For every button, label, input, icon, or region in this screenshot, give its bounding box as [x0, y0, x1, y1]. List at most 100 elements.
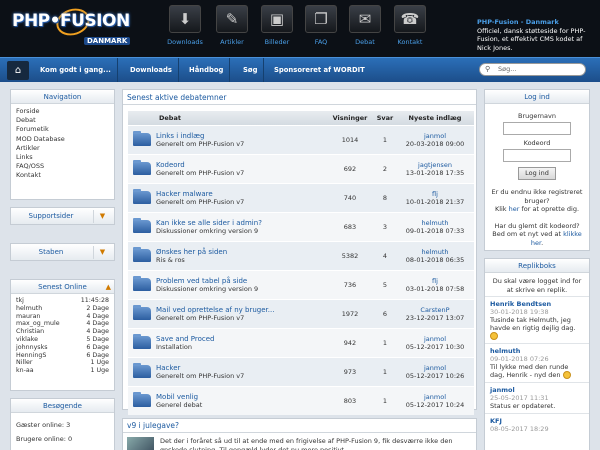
nav-link-artikler[interactable]: Artikler — [16, 144, 109, 153]
search-input[interactable]: ⚲ Søg... — [479, 63, 586, 76]
online-user[interactable]: Christian — [16, 328, 44, 336]
last-post-user[interactable]: flj — [396, 277, 474, 285]
nav-sog[interactable]: Søg — [237, 58, 265, 82]
forum-row[interactable]: Ønskes her på siden Ris & ros 5382 4 helmuth… — [128, 242, 474, 270]
password-field[interactable] — [503, 149, 571, 162]
nav-kom-godt-i-gang[interactable]: Kom godt i gang... — [34, 58, 118, 82]
last-post-user[interactable]: janmol — [396, 364, 474, 372]
last-post-user[interactable]: jagtjensen — [396, 161, 474, 169]
shout-author[interactable]: helmuth — [490, 347, 584, 355]
last-post-user[interactable]: helmuth — [396, 248, 474, 256]
forum-name[interactable]: Ris & ros — [156, 256, 326, 264]
forum-row[interactable]: Save and Proced Installation 942 1 janmol 05-… — [128, 329, 474, 357]
supportsider-panel[interactable]: Supportsider ▼ — [10, 207, 115, 225]
nav-link-kontakt[interactable]: Kontakt — [16, 171, 109, 180]
nav-link-forumetik[interactable]: Forumetik — [16, 125, 109, 134]
top-link-kontakt[interactable]: ☎ Kontakt — [385, 5, 435, 46]
chevron-down-icon[interactable]: ▼ — [93, 246, 111, 259]
forum-name[interactable]: Generelt om PHP-Fusion v7 — [156, 314, 326, 322]
top-link-label: Artikler — [220, 38, 244, 46]
forum-name[interactable]: Diskussioner omkring version 9 — [156, 227, 326, 235]
topic-link[interactable]: Save and Proced — [156, 335, 326, 343]
online-user[interactable]: tkj — [16, 297, 24, 305]
staben-panel[interactable]: Staben ▼ — [10, 243, 115, 261]
topic-link[interactable]: Problem ved tabel på side — [156, 277, 326, 285]
forum-row[interactable]: Problem ved tabel på side Diskussioner om… — [128, 271, 474, 299]
online-user[interactable]: helmuth — [16, 305, 42, 313]
online-user[interactable]: kn-aa — [16, 367, 34, 375]
topic-link[interactable]: Mail ved oprettelse af ny bruger... — [156, 306, 326, 314]
last-post-cell: helmuth 09-01-2018 07:33 — [396, 213, 474, 241]
online-user[interactable]: viklake — [16, 336, 38, 344]
chevron-down-icon[interactable]: ▼ — [93, 210, 111, 223]
shout-author[interactable]: janmol — [490, 386, 584, 394]
nav-link-forside[interactable]: Forside — [16, 107, 109, 116]
forum-name[interactable]: Generelt om PHP-Fusion v7 — [156, 140, 326, 148]
shoutbox-title: Replikboks — [485, 259, 589, 273]
top-link-faq[interactable]: ❐ FAQ — [296, 5, 346, 46]
topic-link[interactable]: Kodeord — [156, 161, 326, 169]
online-user[interactable]: johnnysks — [16, 344, 48, 352]
forum-row[interactable]: Kan ikke se alle sider i admin? Diskussio… — [128, 213, 474, 241]
nav-downloads[interactable]: Downloads — [124, 58, 179, 82]
forum-name[interactable]: Generelt om PHP-Fusion v7 — [156, 198, 326, 206]
nav-link-links[interactable]: Links — [16, 153, 109, 162]
forum-row[interactable]: Hacker Generelt om PHP-Fusion v7 973 1 janmo… — [128, 358, 474, 386]
online-time: 5 Dage — [86, 335, 109, 343]
replies-cell: 1 — [374, 358, 396, 386]
top-link-artikler[interactable]: ✎ Artikler — [207, 5, 257, 46]
folder-icon — [128, 358, 156, 386]
nav-link-mod-database[interactable]: MOD Database — [16, 135, 109, 144]
username-field[interactable] — [503, 122, 571, 135]
last-post-date: 13-01-2018 17:35 — [405, 169, 465, 177]
top-link-downloads[interactable]: ⬇ Downloads — [160, 5, 210, 46]
home-icon[interactable]: ⌂ — [7, 61, 29, 80]
forum-name[interactable]: Installation — [156, 343, 326, 351]
last-post-user[interactable]: flj — [396, 190, 474, 198]
news-text: Det der i foråret så ud til at ende med … — [160, 437, 453, 450]
online-user[interactable]: mauran — [16, 313, 40, 321]
last-post-user[interactable]: janmol — [396, 132, 474, 140]
login-button[interactable]: Log ind — [518, 167, 556, 180]
contact-icon: ☎ — [394, 5, 426, 33]
register-suffix: for at oprette dig. — [519, 205, 580, 213]
register-link[interactable]: her — [509, 205, 520, 213]
forum-name[interactable]: Generel debat — [156, 401, 326, 409]
nav-handbog[interactable]: Håndbog — [183, 58, 231, 82]
last-post-user[interactable]: CarstenP — [396, 306, 474, 314]
topic-link[interactable]: Mobil venlig — [156, 393, 326, 401]
forum-row[interactable]: Mail ved oprettelse af ny bruger... Gener… — [128, 300, 474, 328]
topic-link[interactable]: Kan ikke se alle sider i admin? — [156, 219, 326, 227]
news-title[interactable]: v9 i julegave? — [123, 419, 476, 433]
forum-name[interactable]: Diskussioner omkring version 9 — [156, 285, 326, 293]
nav-link-debat[interactable]: Debat — [16, 116, 109, 125]
top-link-billeder[interactable]: ▣ Billeder — [252, 5, 302, 46]
shout-author[interactable]: Henrik Bendtsen — [490, 300, 584, 308]
forum-row[interactable]: Mobil venlig Generel debat 803 1 janmol 05-12… — [128, 387, 474, 415]
replies-cell: 8 — [374, 184, 396, 212]
forum-row[interactable]: Kodeord Generelt om PHP-Fusion v7 692 2 jagt… — [128, 155, 474, 183]
last-post-user[interactable]: janmol — [396, 335, 474, 343]
topic-link[interactable]: Links i indlæg — [156, 132, 326, 140]
topic-link[interactable]: Ønskes her på siden — [156, 248, 326, 256]
forum-row[interactable]: Hacker malware Generelt om PHP-Fusion v7 7… — [128, 184, 474, 212]
forum-name[interactable]: Generelt om PHP-Fusion v7 — [156, 372, 326, 380]
online-user[interactable]: Niller — [16, 359, 32, 367]
nav-link-faq[interactable]: FAQ/OSS — [16, 162, 109, 171]
nav-sponsor[interactable]: Sponsoreret af WORDIT — [268, 58, 371, 82]
online-user[interactable]: max_og_mule — [16, 320, 60, 328]
last-post-user[interactable]: helmuth — [396, 219, 474, 227]
chevron-up-icon[interactable]: ▲ — [106, 280, 111, 294]
online-user[interactable]: HenningS — [16, 352, 46, 360]
shout-date: 25-05-2017 11:31 — [490, 394, 549, 402]
topic-cell: Hacker Generelt om PHP-Fusion v7 — [156, 358, 326, 386]
top-link-debat[interactable]: ✉ Debat — [340, 5, 390, 46]
topic-link[interactable]: Hacker — [156, 364, 326, 372]
last-post-user[interactable]: janmol — [396, 393, 474, 401]
forum-name[interactable]: Generelt om PHP-Fusion v7 — [156, 169, 326, 177]
topic-link[interactable]: Hacker malware — [156, 190, 326, 198]
forum-row[interactable]: Links i indlæg Generelt om PHP-Fusion v7 1… — [128, 126, 474, 154]
register-question: Er du endnu ikke registreret bruger? — [491, 188, 583, 205]
shout-author[interactable]: KFJ — [490, 417, 584, 425]
site-logo[interactable]: PHP•FUSION DANMARK — [6, 4, 146, 47]
